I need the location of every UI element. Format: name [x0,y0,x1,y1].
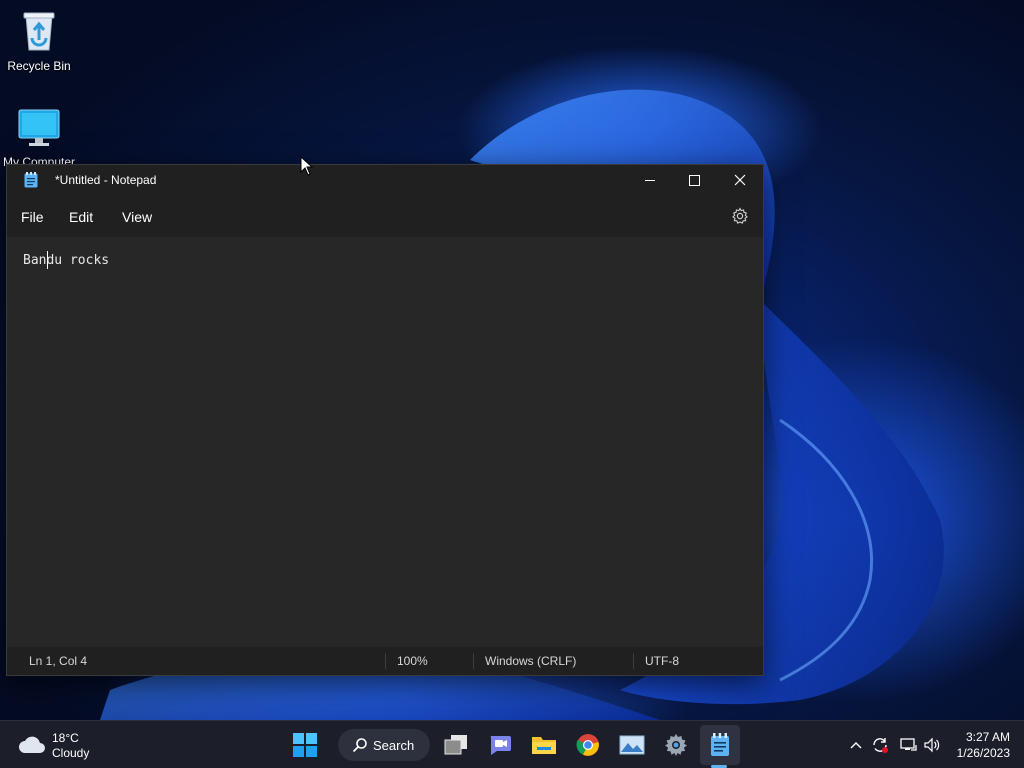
maximize-button[interactable] [671,165,717,195]
menu-file[interactable]: File [21,209,44,225]
maximize-icon [688,174,700,186]
photos-button[interactable] [612,725,652,765]
close-icon [734,174,746,186]
desktop-icon-label: Recycle Bin [7,59,71,73]
minimize-icon [645,180,655,181]
notepad-icon [711,733,729,756]
status-separator [633,653,634,669]
weather-condition: Cloudy [52,746,90,760]
clock-time: 3:27 AM [965,730,1010,744]
status-bar: Ln 1, Col 4 100% Windows (CRLF) UTF-8 [7,647,763,675]
teams-chat-icon [490,736,511,755]
computer-icon [0,108,78,151]
search-label: Search [373,738,415,753]
chrome-icon [576,734,599,756]
task-view-icon [444,735,467,755]
show-hidden-icons-button[interactable] [846,735,866,755]
speaker-icon [924,737,940,753]
desktop-icon-my-computer[interactable]: My Computer [0,108,78,169]
desktop-icon-recycle-bin[interactable]: Recycle Bin [0,10,78,73]
network-button[interactable] [898,735,918,755]
editor-content: Bandu rocks [23,253,110,268]
task-view-button[interactable] [436,725,476,765]
status-separator [473,653,474,669]
window-title: *Untitled - Notepad [55,173,157,187]
chrome-button[interactable] [568,725,608,765]
taskbar: 18°C Cloudy Search 3:27 AM 1/26/2023 [0,720,1024,768]
status-zoom: 100% [397,654,428,668]
status-position: Ln 1, Col 4 [29,654,88,668]
file-explorer-icon [532,737,556,754]
sync-icon [873,738,888,753]
text-caret [47,251,48,269]
notepad-window: *Untitled - Notepad File Edit View Bandu… [6,164,764,676]
menu-bar: File Edit View [7,195,763,237]
file-explorer-button[interactable] [524,725,564,765]
photos-icon [619,735,645,755]
search-icon [352,737,368,756]
settings-app-button[interactable] [656,725,696,765]
network-icon [900,738,917,751]
gear-icon [732,207,748,224]
clock-date: 1/26/2023 [956,746,1010,760]
sync-status-button[interactable] [870,735,890,755]
status-encoding: UTF-8 [645,654,679,668]
weather-temp: 18°C [52,731,79,745]
title-bar[interactable]: *Untitled - Notepad [7,165,763,195]
recycle-bin-icon [0,10,78,55]
status-line-ending: Windows (CRLF) [485,654,577,668]
chevron-up-icon [850,742,862,749]
chat-button[interactable] [480,725,520,765]
start-button[interactable] [285,725,325,765]
notepad-icon [24,172,38,188]
minimize-button[interactable] [627,165,673,195]
weather-widget[interactable]: 18°C Cloudy [18,729,118,761]
notepad-taskbar-button[interactable] [700,725,740,765]
start-icon [293,733,317,757]
settings-icon [665,734,687,756]
status-separator [385,653,386,669]
menu-view[interactable]: View [122,209,152,225]
taskbar-clock[interactable]: 3:27 AM 1/26/2023 [957,729,1010,761]
close-button[interactable] [717,165,763,195]
mouse-cursor-icon [300,155,314,181]
menu-edit[interactable]: Edit [69,209,93,225]
volume-button[interactable] [922,735,942,755]
cloud-icon [18,735,46,760]
text-editor[interactable]: Bandu rocks [7,237,763,649]
settings-button[interactable] [731,207,749,225]
taskbar-search[interactable]: Search [338,729,430,761]
